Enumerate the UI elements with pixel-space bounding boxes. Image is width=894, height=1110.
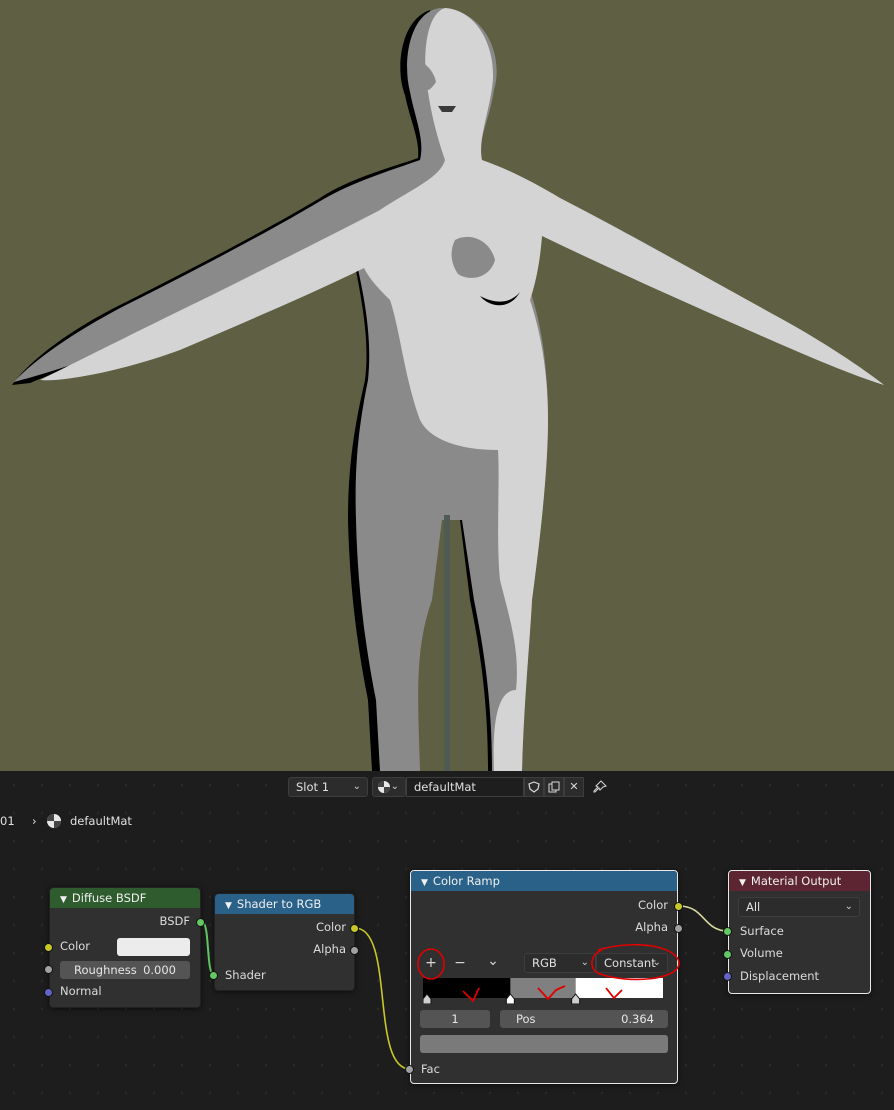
collapse-arrow-icon[interactable]: ▼ <box>739 878 746 888</box>
ramp-menu-button[interactable]: ⌄ <box>483 951 503 971</box>
input-socket-roughness[interactable] <box>44 965 53 974</box>
color-mode-value: RGB <box>532 956 557 970</box>
remove-stop-button[interactable]: − <box>450 953 470 973</box>
output-socket-color[interactable] <box>350 924 359 933</box>
shield-icon <box>528 781 540 793</box>
material-name: defaultMat <box>414 780 476 794</box>
stop-index-field[interactable]: 1 <box>420 1010 490 1028</box>
add-stop-button[interactable]: + <box>421 953 441 973</box>
breadcrumb-object: 01 <box>0 814 15 828</box>
duplicate-material-button[interactable] <box>544 777 564 797</box>
input-socket-color[interactable] <box>44 943 53 952</box>
roughness-value: 0.000 <box>143 963 176 977</box>
material-name-field[interactable]: defaultMat <box>406 777 524 797</box>
chevron-down-icon: ⌄ <box>844 901 853 912</box>
material-browse-button[interactable]: ⌄ <box>372 777 406 797</box>
interpolation-value: Constant <box>604 956 656 970</box>
breadcrumb-separator-icon: › <box>32 814 37 828</box>
pin-icon <box>593 780 608 793</box>
ramp-segment <box>575 978 663 998</box>
figure-leg-gap <box>444 515 450 771</box>
fake-user-button[interactable] <box>524 777 544 797</box>
close-icon: ✕ <box>569 780 579 793</box>
node-title[interactable]: ▼ Shader to RGB <box>215 894 354 914</box>
pos-value: 0.364 <box>621 1012 654 1026</box>
output-socket-bsdf[interactable] <box>196 918 205 927</box>
collapse-arrow-icon[interactable]: ▼ <box>60 895 67 905</box>
socket-label-fac: Fac <box>421 1062 440 1076</box>
node-title[interactable]: ▼ Color Ramp <box>411 871 677 891</box>
duplicate-icon <box>548 781 560 793</box>
socket-label-color: Color <box>315 920 346 934</box>
node-title-label: Material Output <box>750 874 842 888</box>
ramp-segment <box>423 978 511 998</box>
figure-highlight <box>40 8 884 771</box>
socket-label-color: Color <box>60 939 91 953</box>
input-socket-fac[interactable] <box>405 1065 414 1074</box>
roughness-field[interactable]: Roughness 0.000 <box>60 961 190 979</box>
input-socket-volume[interactable] <box>723 950 732 959</box>
toon-shaded-figure <box>12 8 884 771</box>
collapse-arrow-icon[interactable]: ▼ <box>421 878 428 888</box>
3d-viewport[interactable] <box>0 0 894 771</box>
input-socket-shader[interactable] <box>209 971 218 980</box>
color-mode-dropdown[interactable]: RGB ⌄ <box>524 953 596 973</box>
input-socket-surface[interactable] <box>723 927 732 936</box>
breadcrumb-material: defaultMat <box>70 814 132 828</box>
output-socket-alpha[interactable] <box>350 946 359 955</box>
chevron-down-icon: ⌄ <box>390 781 399 792</box>
pin-button[interactable] <box>592 779 608 795</box>
socket-label-bsdf: BSDF <box>159 914 190 928</box>
pos-field[interactable]: Pos 0.364 <box>500 1010 668 1028</box>
node-title[interactable]: ▼ Diffuse BSDF <box>50 888 200 908</box>
roughness-label: Roughness <box>74 963 137 977</box>
socket-label-alpha: Alpha <box>313 942 346 956</box>
chevron-down-icon: ⌄ <box>580 957 589 968</box>
collapse-arrow-icon[interactable]: ▼ <box>225 901 232 911</box>
socket-label-normal: Normal <box>60 984 102 998</box>
color-swatch[interactable] <box>117 938 190 956</box>
unlink-material-button[interactable]: ✕ <box>564 777 584 797</box>
chevron-down-icon: ⌄ <box>352 781 361 792</box>
node-title-label: Color Ramp <box>432 874 500 888</box>
material-sphere-icon <box>378 781 390 793</box>
node-title-label: Shader to RGB <box>236 897 322 911</box>
interpolation-dropdown[interactable]: Constant ⌄ <box>596 953 668 973</box>
output-target-dropdown[interactable]: All ⌄ <box>738 897 860 917</box>
slot-label: Slot 1 <box>296 780 330 794</box>
input-socket-normal[interactable] <box>44 988 53 997</box>
ramp-segment <box>510 978 576 998</box>
stop-color-swatch[interactable] <box>420 1035 668 1053</box>
socket-label-displacement: Displacement <box>740 969 820 983</box>
material-sphere-icon <box>47 814 61 828</box>
node-title[interactable]: ▼ Material Output <box>729 871 870 891</box>
pos-label: Pos <box>516 1012 536 1026</box>
socket-label-color: Color <box>637 898 668 912</box>
chevron-down-icon: ⌄ <box>652 957 661 968</box>
socket-label-alpha: Alpha <box>635 920 668 934</box>
slot-dropdown[interactable]: Slot 1 ⌄ <box>288 777 368 797</box>
socket-label-surface: Surface <box>740 924 784 938</box>
output-socket-color[interactable] <box>674 902 683 911</box>
color-ramp-bar[interactable] <box>423 978 663 1004</box>
output-target-value: All <box>746 900 761 914</box>
socket-label-shader: Shader <box>225 968 266 982</box>
stop-index: 1 <box>451 1012 459 1026</box>
input-socket-displacement[interactable] <box>723 972 732 981</box>
socket-label-volume: Volume <box>740 946 783 960</box>
node-title-label: Diffuse BSDF <box>71 891 147 905</box>
output-socket-alpha[interactable] <box>674 924 683 933</box>
